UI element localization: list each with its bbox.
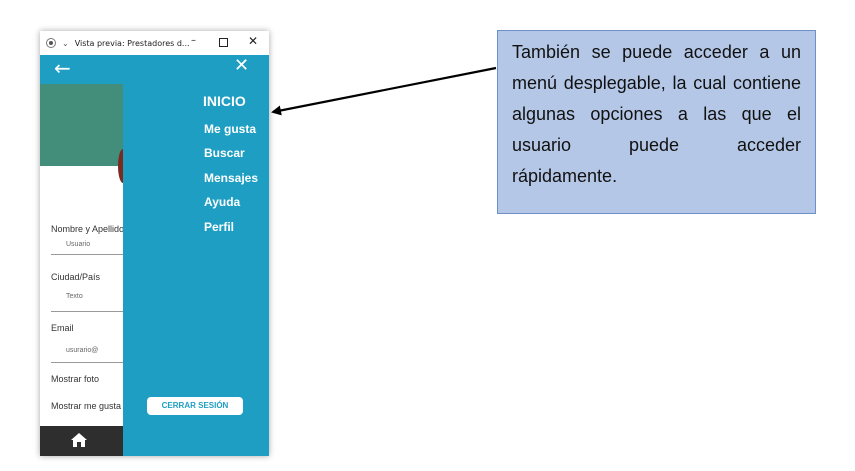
callout-box: También se puede acceder a un menú despl…: [497, 30, 816, 214]
